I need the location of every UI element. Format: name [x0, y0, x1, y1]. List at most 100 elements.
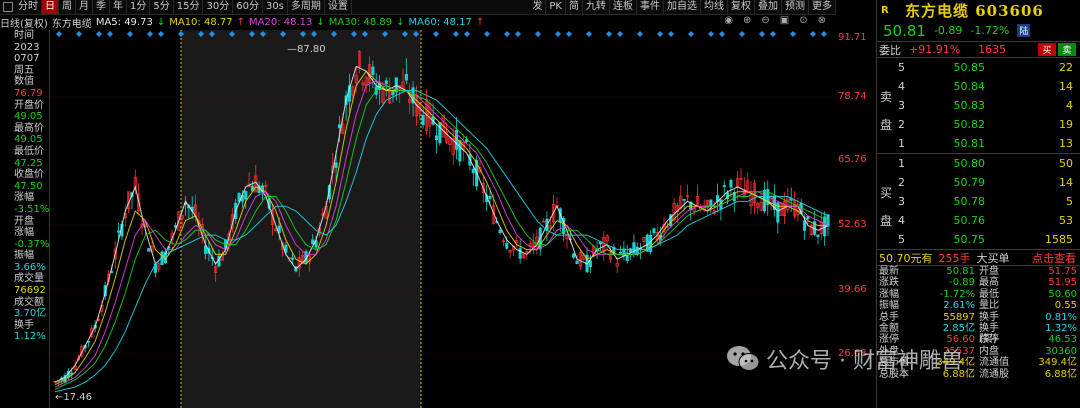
period-tab[interactable]: 年 — [110, 0, 127, 14]
period-tab[interactable]: 5分 — [150, 0, 174, 14]
close-icon[interactable]: ⊗ — [818, 15, 826, 26]
event-marker — [453, 31, 459, 37]
chart-mode-label[interactable]: 日线(复权) — [0, 15, 48, 30]
stat-label: 总股本 — [879, 368, 909, 380]
axis-tick-label: 39.66 — [838, 284, 867, 295]
zoom-in-icon[interactable]: ⊕ — [743, 15, 751, 26]
stat-value: 0.81% — [1045, 311, 1077, 323]
ma60-value: MA60: 48.17 ↑ — [408, 16, 485, 28]
period-tab[interactable]: 周 — [59, 0, 76, 14]
weibi-value: +91.91% — [909, 43, 961, 56]
stat-value: 46.53 — [1048, 334, 1077, 346]
zoom-out-icon[interactable]: ⊖ — [761, 15, 769, 26]
orderbook-row[interactable]: 3 50.83 4 — [877, 96, 1080, 115]
event-marker — [535, 31, 541, 37]
orderbook-row[interactable]: 4 50.84 14 — [877, 77, 1080, 96]
event-marker — [770, 31, 776, 37]
orderbook-price: 50.78 — [953, 195, 986, 208]
event-marker — [504, 31, 510, 37]
orderbook-volume: 13 — [1059, 137, 1073, 150]
eye-icon[interactable]: ◉ — [724, 15, 733, 26]
sell-side-label: 卖 — [879, 90, 892, 104]
ma-line-ma10 — [54, 70, 828, 386]
event-marker — [158, 31, 164, 37]
orderbook-volume: 4 — [1066, 99, 1073, 112]
orderbook-row[interactable]: 2 50.82 19 — [877, 115, 1080, 134]
event-marker — [76, 31, 82, 37]
orderbook-price: 50.75 — [953, 233, 986, 246]
kline-chart[interactable]: —87.80 ←17.46 — [51, 30, 836, 408]
toolbar-tool[interactable]: 简 — [566, 0, 583, 14]
orderbook-price: 50.80 — [953, 157, 986, 170]
period-tab[interactable]: 月 — [76, 0, 93, 14]
stock-name-label: 东方电缆 — [51, 18, 92, 30]
r-mark: R — [881, 4, 889, 16]
orderbook-row[interactable]: 2 50.79 14 — [877, 173, 1080, 192]
kline-svg[interactable]: —87.80 ←17.46 — [51, 30, 836, 408]
toolbar-tool[interactable]: 九转 — [583, 0, 610, 14]
period-tab[interactable]: 设置 — [325, 0, 352, 14]
bar-info-item: 76.79 — [14, 87, 43, 99]
toolbar-tool[interactable]: 复权 — [728, 0, 755, 14]
camera-icon[interactable]: ▣ — [780, 15, 789, 26]
stat-label: 涨幅 — [879, 288, 899, 300]
bar-info-item: 47.25 — [14, 157, 43, 169]
axis-tick-label: 26.68 — [838, 348, 867, 359]
toolbar-tool[interactable]: 叠加 — [755, 0, 782, 14]
orderbook-row[interactable]: 3 50.78 5 — [877, 192, 1080, 211]
big-order-link[interactable]: 点击查看 — [1032, 250, 1076, 266]
event-marker — [739, 31, 745, 37]
candle-body — [803, 220, 807, 231]
period-tab[interactable]: 1分 — [127, 0, 151, 14]
restore-icon[interactable]: ⊙ — [799, 15, 807, 26]
stat-label: 跌停 — [979, 334, 999, 346]
stat-value: -0.89 — [949, 277, 975, 289]
toolbar-tool[interactable]: 加自选 — [664, 0, 701, 14]
orderbook-row[interactable]: 1 50.81 13 — [877, 134, 1080, 153]
period-tab[interactable]: 15分 — [174, 0, 204, 14]
weibi-row: 委比 +91.91% 1635 买 卖 — [877, 42, 1080, 58]
candle-body — [244, 190, 248, 200]
sell-button[interactable]: 卖 — [1058, 43, 1076, 56]
stat-value: 51.95 — [1048, 277, 1077, 289]
period-tab[interactable]: 60分 — [233, 0, 263, 14]
period-tab[interactable]: 30分 — [203, 0, 234, 14]
toolbar-tool[interactable]: 事件 — [637, 0, 664, 14]
event-marker — [96, 31, 102, 37]
orderbook-row[interactable]: 5 50.75 1585 — [877, 230, 1080, 249]
period-tab[interactable]: 季 — [93, 0, 110, 14]
stat-value: -1.72% — [939, 288, 975, 300]
candle-body — [434, 135, 439, 140]
toolbar-tool[interactable]: 连板 — [610, 0, 637, 14]
event-marker — [464, 31, 470, 37]
stat-label: 换手 — [979, 311, 999, 323]
buy-button[interactable]: 买 — [1038, 43, 1056, 56]
bar-info-item: 成交额 — [14, 296, 44, 308]
stat-value: 25537 — [943, 345, 975, 357]
toolbar-tool[interactable]: 均线 — [701, 0, 728, 14]
orderbook-volume: 5 — [1066, 195, 1073, 208]
orderbook-row[interactable]: 1 50.80 50 — [877, 154, 1080, 173]
orderbook-price: 50.76 — [953, 214, 986, 227]
candle-body — [471, 168, 475, 174]
ma-line-ma5 — [54, 65, 829, 383]
toolbar-tool[interactable]: 预测 — [782, 0, 809, 14]
bar-info-item: 49.05 — [14, 111, 43, 123]
period-tab[interactable]: 30s — [263, 0, 288, 14]
toolbar-tool[interactable]: 更多 — [809, 0, 836, 14]
period-tab[interactable]: 多周期 — [288, 0, 325, 14]
candle-body — [572, 253, 576, 258]
period-tab[interactable]: 日 — [42, 0, 59, 14]
period-tab[interactable]: 分时 — [15, 0, 42, 14]
menu-icon[interactable] — [3, 2, 13, 12]
orderbook-row[interactable]: 4 50.76 53 — [877, 211, 1080, 230]
toolbar-tool[interactable]: 发 — [529, 0, 547, 14]
stat-value: 30360 — [1045, 345, 1077, 357]
event-marker — [586, 31, 592, 37]
toolbar-tool[interactable]: PK — [546, 0, 566, 14]
big-order-row: 50.70元有 255手 大买单 点击查看 — [877, 250, 1080, 266]
weibi-count: 1635 — [978, 43, 1007, 56]
orderbook-row[interactable]: 5 50.85 22 — [877, 58, 1080, 77]
candle-body — [438, 122, 442, 144]
candle-body — [588, 260, 592, 268]
